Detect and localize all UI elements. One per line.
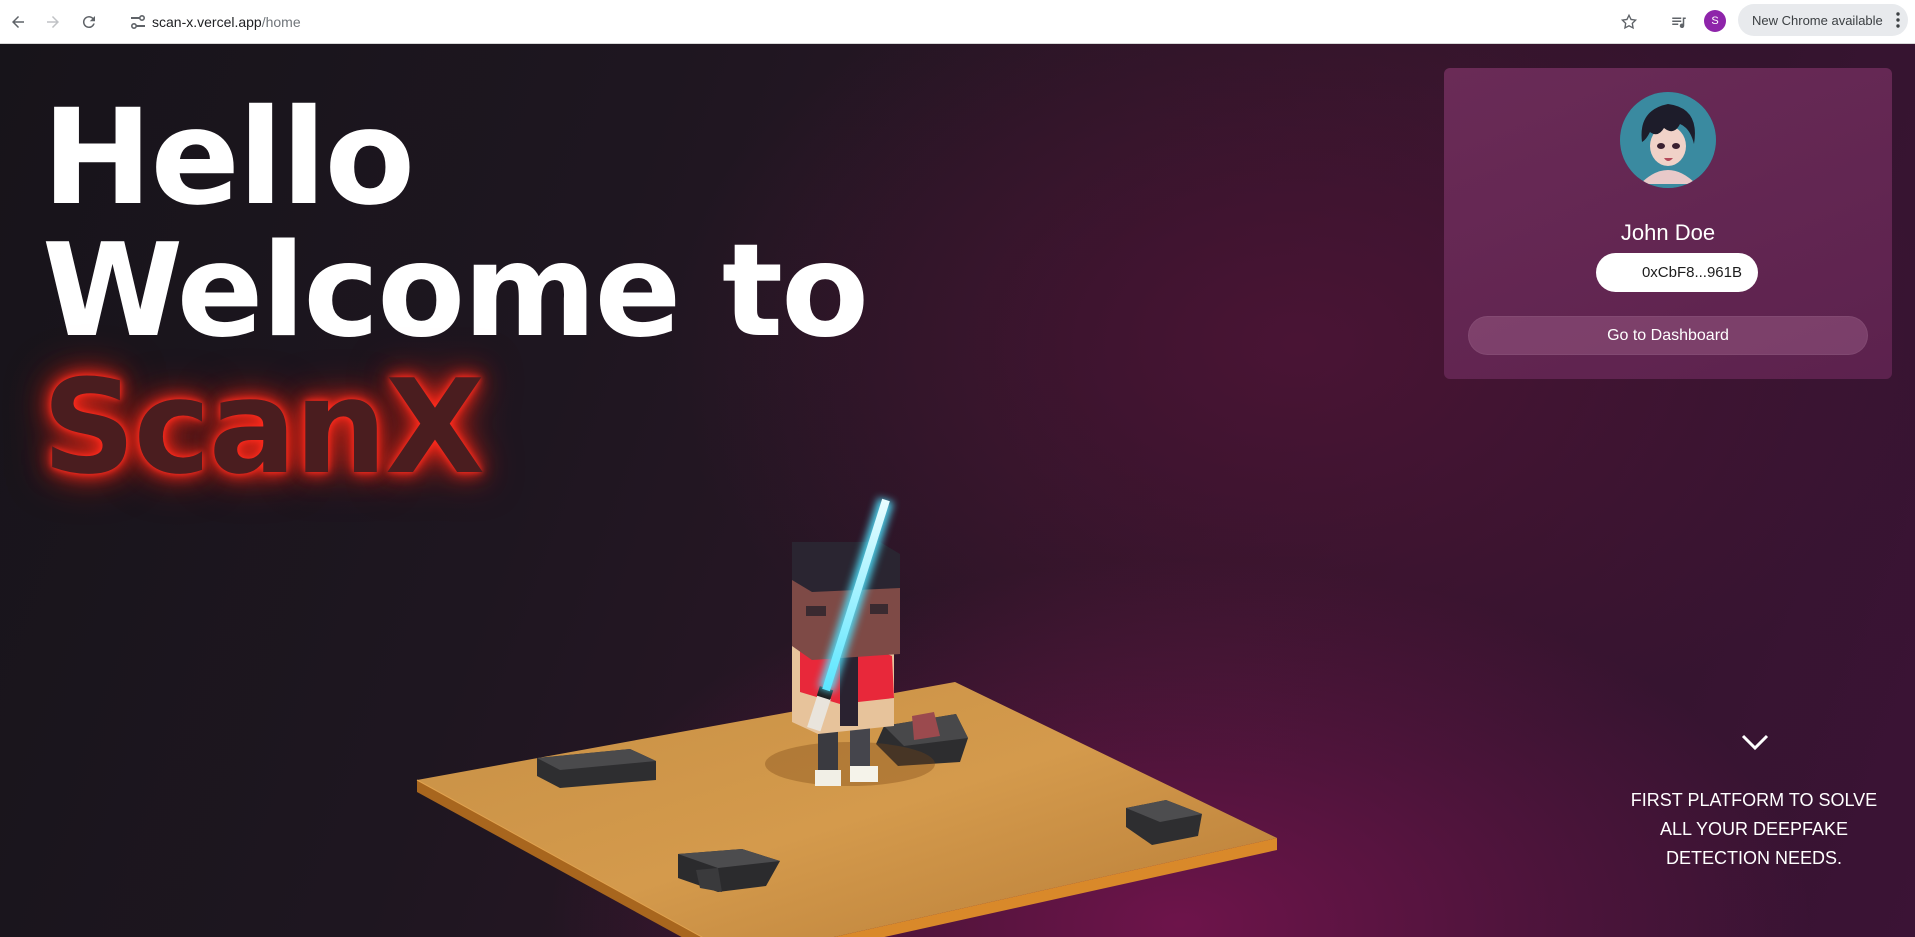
bookmark-button[interactable]: [1618, 11, 1640, 33]
more-menu-icon: [1896, 12, 1900, 28]
site-info-icon[interactable]: [130, 15, 146, 29]
browser-toolbar: scan-x.vercel.app/home S New Chrome avai…: [0, 0, 1915, 44]
tagline-line: FIRST PLATFORM TO SOLVE: [1630, 790, 1878, 810]
back-arrow-icon: [12, 16, 24, 28]
avatar-image: [1620, 92, 1716, 188]
address-bar[interactable]: scan-x.vercel.app/home: [116, 6, 1616, 38]
star-icon: [1620, 13, 1638, 30]
url-host: scan-x.vercel.app: [152, 14, 262, 30]
chrome-update-button[interactable]: New Chrome available: [1738, 4, 1908, 36]
go-to-dashboard-button[interactable]: Go to Dashboard: [1468, 316, 1868, 355]
voxel-scene-illustration: [416, 497, 1277, 937]
profile-card: John Doe 0xCbF8...961B Go to Dashboard: [1444, 68, 1892, 379]
hero-greeting: Hello: [42, 81, 415, 235]
tagline: FIRST PLATFORM TO SOLVE ALL YOUR DEEPFAK…: [1604, 786, 1904, 873]
back-button[interactable]: [6, 10, 30, 34]
chevron-down-icon[interactable]: [1740, 730, 1770, 754]
tagline-line: DETECTION NEEDS.: [1665, 848, 1843, 868]
page-content: Hello Welcome to ScanX John Doe 0xCbF8..…: [0, 44, 1915, 937]
reload-button[interactable]: [77, 10, 101, 34]
forward-button[interactable]: [41, 10, 65, 34]
url-text: scan-x.vercel.app/home: [152, 14, 301, 30]
url-path: /home: [261, 14, 301, 30]
hero-welcome: Welcome to: [42, 217, 869, 366]
profile-avatar-button[interactable]: S: [1704, 10, 1726, 32]
user-name: John Doe: [1620, 220, 1716, 245]
reload-icon: [82, 16, 95, 29]
tagline-line: ALL YOUR DEEPFAKE: [1659, 819, 1849, 839]
media-control-button[interactable]: [1668, 11, 1690, 33]
chrome-update-label: New Chrome available: [1752, 12, 1883, 28]
wallet-address-button[interactable]: 0xCbF8...961B: [1596, 253, 1758, 292]
playlist-icon: [1672, 17, 1686, 29]
avatar: [1620, 92, 1716, 188]
forward-arrow-icon: [47, 16, 59, 28]
